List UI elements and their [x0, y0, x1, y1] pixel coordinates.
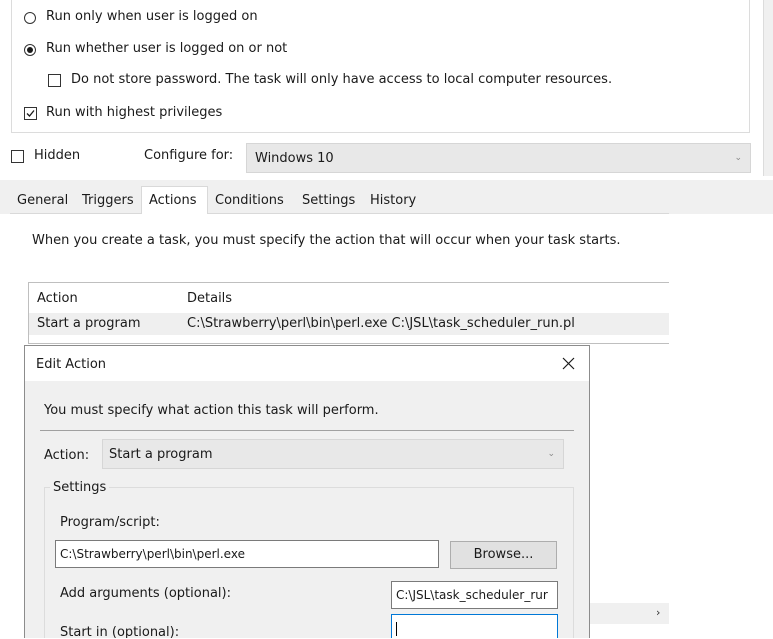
- run-whether-label: Run whether user is logged on or not: [46, 41, 288, 56]
- column-header-action[interactable]: Action: [37, 291, 78, 306]
- column-header-details[interactable]: Details: [187, 291, 232, 306]
- checkbox-unchecked-icon: [11, 150, 24, 163]
- actions-description: When you create a task, you must specify…: [32, 233, 621, 248]
- tab-actions[interactable]: Actions: [141, 186, 208, 214]
- chevron-down-icon: ⌄: [547, 449, 555, 459]
- start-in-label: Start in (optional):: [60, 625, 180, 638]
- add-arguments-label: Add arguments (optional):: [60, 586, 231, 601]
- browse-button[interactable]: Browse...: [450, 541, 557, 569]
- table-row[interactable]: Start a program C:\Strawberry\perl\bin\p…: [29, 313, 669, 335]
- add-arguments-input[interactable]: C:\JSL\task_scheduler_rur: [391, 581, 558, 609]
- configure-for-label: Configure for:: [144, 148, 234, 163]
- row-action: Start a program: [37, 316, 141, 331]
- tab-settings[interactable]: Settings: [296, 186, 361, 214]
- tab-conditions[interactable]: Conditions: [209, 186, 290, 214]
- run-logged-on-label: Run only when user is logged on: [46, 9, 258, 24]
- configure-for-value: Windows 10: [255, 151, 334, 166]
- dialog-instruction: You must specify what action this task w…: [44, 403, 379, 418]
- scroll-right-icon[interactable]: ›: [656, 606, 660, 619]
- program-script-label: Program/script:: [60, 515, 160, 530]
- radio-unselected-icon: [24, 12, 36, 24]
- settings-label: Settings: [50, 480, 110, 495]
- start-in-input[interactable]: [391, 614, 558, 638]
- radio-selected-icon: [24, 44, 36, 56]
- instruction-divider: [40, 430, 574, 431]
- row-details: C:\Strawberry\perl\bin\perl.exe C:\JSL\t…: [187, 316, 575, 331]
- horizontal-scrollbar[interactable]: ›: [590, 603, 669, 624]
- edit-action-dialog: Edit Action You must specify what action…: [24, 345, 590, 638]
- tab-general[interactable]: General: [11, 186, 74, 214]
- actions-table: Action Details Start a program C:\Strawb…: [28, 282, 669, 344]
- highest-privileges-label: Run with highest privileges: [46, 105, 223, 120]
- program-script-input[interactable]: C:\Strawberry\perl\bin\perl.exe: [55, 540, 439, 568]
- tab-history[interactable]: History: [364, 186, 422, 214]
- tab-triggers[interactable]: Triggers: [76, 186, 140, 214]
- hidden-label: Hidden: [34, 148, 81, 163]
- action-dropdown-value: Start a program: [109, 447, 213, 462]
- action-dropdown[interactable]: Start a program ⌄: [102, 439, 564, 469]
- dialog-title: Edit Action: [36, 357, 107, 372]
- chevron-down-icon: ⌄: [734, 153, 742, 163]
- checkbox-checked-icon: [24, 107, 37, 120]
- configure-for-dropdown[interactable]: Windows 10 ⌄: [246, 143, 751, 173]
- close-icon[interactable]: [562, 357, 575, 374]
- window-right-edge: [763, 0, 773, 176]
- action-label: Action:: [44, 448, 90, 463]
- checkbox-unchecked-icon: [48, 74, 61, 87]
- text-cursor: [396, 622, 397, 636]
- do-not-store-password-label: Do not store password. The task will onl…: [71, 72, 613, 87]
